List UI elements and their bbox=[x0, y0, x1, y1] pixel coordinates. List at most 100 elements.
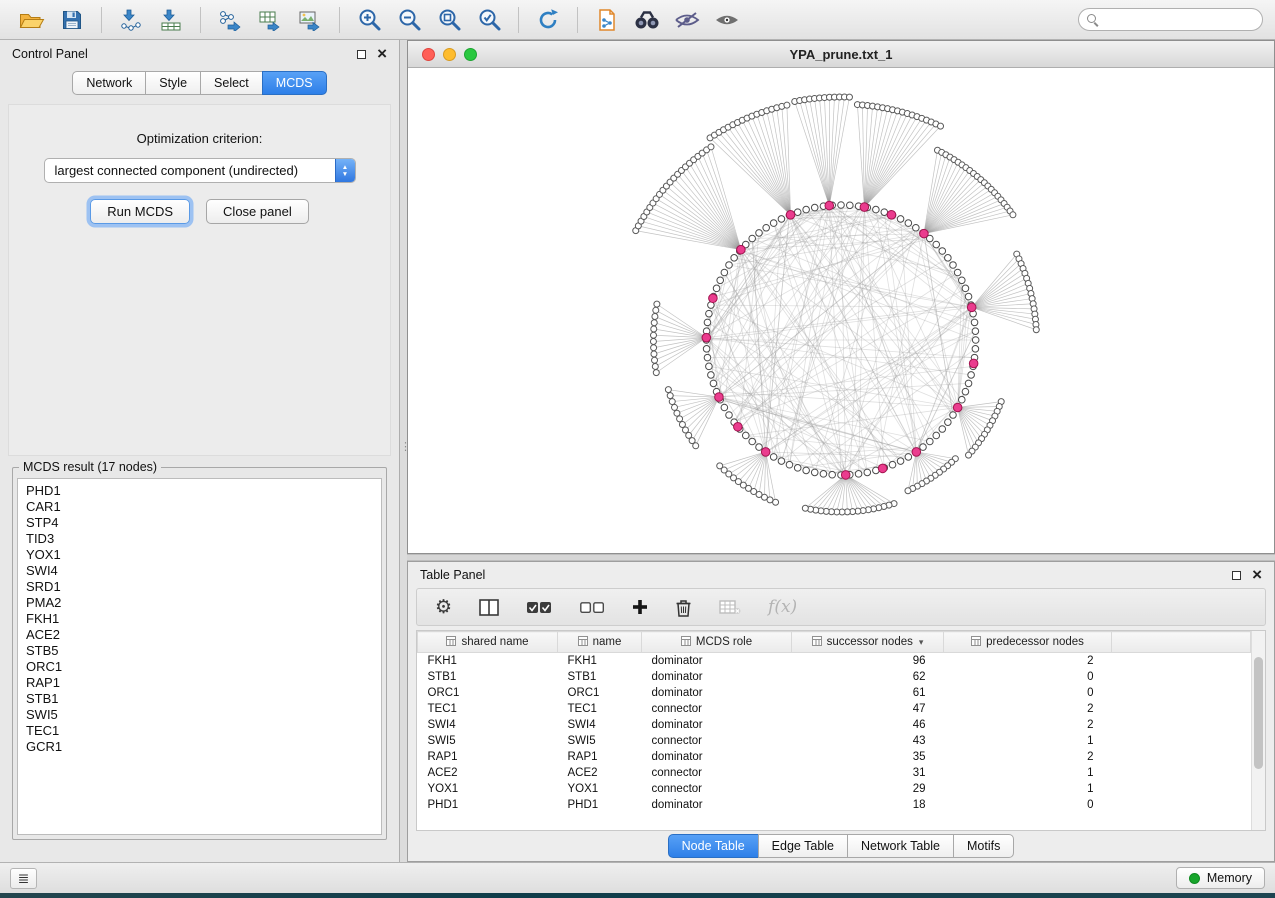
add-row-icon[interactable] bbox=[632, 599, 648, 615]
mcds-result-item[interactable]: RAP1 bbox=[26, 675, 381, 691]
select-all-icon[interactable] bbox=[526, 600, 552, 615]
export-table-icon[interactable] bbox=[255, 5, 285, 35]
table-row[interactable]: STB1STB1dominator620 bbox=[418, 669, 1251, 685]
mcds-result-item[interactable]: SRD1 bbox=[26, 579, 381, 595]
column-icon bbox=[681, 636, 696, 648]
close-table-panel-icon[interactable]: × bbox=[1252, 570, 1262, 580]
vertical-splitter[interactable]: ⋮ bbox=[400, 40, 407, 862]
column-header-predecessor-nodes[interactable]: predecessor nodes bbox=[944, 632, 1112, 653]
tab-network[interactable]: Network bbox=[72, 71, 146, 95]
panel-menu-button[interactable]: ≣ bbox=[10, 868, 37, 889]
toolbar-separator bbox=[101, 7, 102, 33]
zoom-out-icon[interactable] bbox=[394, 5, 424, 35]
mcds-result-item[interactable]: GCR1 bbox=[26, 739, 381, 755]
memory-button[interactable]: Memory bbox=[1176, 867, 1265, 889]
table-row[interactable]: PHD1PHD1dominator180 bbox=[418, 797, 1251, 813]
float-panel-icon[interactable] bbox=[357, 50, 366, 59]
export-image-icon[interactable] bbox=[295, 5, 325, 35]
run-mcds-button[interactable]: Run MCDS bbox=[90, 199, 190, 224]
table-panel-header: Table Panel × bbox=[408, 562, 1274, 588]
tab-select[interactable]: Select bbox=[200, 71, 263, 95]
mcds-result-item[interactable]: YOX1 bbox=[26, 547, 381, 563]
mcds-result-item[interactable]: PMA2 bbox=[26, 595, 381, 611]
open-file-icon[interactable] bbox=[17, 5, 47, 35]
search-input[interactable] bbox=[1078, 8, 1263, 31]
save-icon[interactable] bbox=[57, 5, 87, 35]
mcds-result-item[interactable]: TEC1 bbox=[26, 723, 381, 739]
hide-eye-icon[interactable] bbox=[672, 5, 702, 35]
column-header-MCDS-role[interactable]: MCDS role bbox=[642, 632, 792, 653]
table-row[interactable]: RAP1RAP1dominator352 bbox=[418, 749, 1251, 765]
cell-MCDS-role: dominator bbox=[642, 797, 792, 813]
mcds-tab-content: Optimization criterion: largest connecte… bbox=[8, 104, 391, 456]
cell-shared-name: ACE2 bbox=[418, 765, 558, 781]
mcds-result-item[interactable]: PHD1 bbox=[26, 483, 381, 499]
export-network-icon[interactable] bbox=[215, 5, 245, 35]
close-window-icon[interactable] bbox=[422, 48, 435, 61]
scrollbar-thumb[interactable] bbox=[1254, 657, 1263, 769]
network-canvas[interactable] bbox=[408, 68, 1274, 553]
cell-predecessor-nodes: 2 bbox=[944, 701, 1112, 717]
tab-motifs[interactable]: Motifs bbox=[953, 834, 1014, 858]
cell-shared-name: ORC1 bbox=[418, 685, 558, 701]
cell-predecessor-nodes: 0 bbox=[944, 797, 1112, 813]
cell-name: FKH1 bbox=[558, 653, 642, 669]
table-row[interactable]: SWI5SWI5connector431 bbox=[418, 733, 1251, 749]
zoom-selected-icon[interactable] bbox=[474, 5, 504, 35]
table-settings-icon[interactable]: ⚙ bbox=[435, 598, 452, 617]
cell-name: SWI5 bbox=[558, 733, 642, 749]
maximize-window-icon[interactable] bbox=[464, 48, 477, 61]
close-panel-icon[interactable]: × bbox=[377, 49, 387, 59]
column-icon bbox=[446, 636, 461, 648]
tab-network-table[interactable]: Network Table bbox=[847, 834, 954, 858]
close-panel-button[interactable]: Close panel bbox=[206, 199, 309, 224]
table-row[interactable]: ACE2ACE2connector311 bbox=[418, 765, 1251, 781]
mcds-result-item[interactable]: ACE2 bbox=[26, 627, 381, 643]
table-row[interactable]: SWI4SWI4dominator462 bbox=[418, 717, 1251, 733]
cell-MCDS-role: dominator bbox=[642, 669, 792, 685]
network-window-titlebar[interactable]: YPA_prune.txt_1 bbox=[408, 41, 1274, 68]
node-table-body: FKH1FKH1dominator962STB1STB1dominator620… bbox=[418, 653, 1251, 813]
column-header-name[interactable]: name bbox=[558, 632, 642, 653]
zoom-fit-icon[interactable] bbox=[434, 5, 464, 35]
criterion-value: largest connected component (undirected) bbox=[55, 163, 299, 178]
column-header-successor-nodes[interactable]: successor nodes▾ bbox=[792, 632, 944, 653]
deselect-all-icon[interactable] bbox=[579, 600, 605, 615]
tab-mcds[interactable]: MCDS bbox=[262, 71, 327, 95]
import-table-icon[interactable] bbox=[156, 5, 186, 35]
mcds-result-item[interactable]: CAR1 bbox=[26, 499, 381, 515]
horizontal-splitter[interactable] bbox=[407, 554, 1275, 561]
find-binoculars-icon[interactable] bbox=[632, 5, 662, 35]
table-row[interactable]: TEC1TEC1connector472 bbox=[418, 701, 1251, 717]
dropdown-stepper-icon: ▲▼ bbox=[335, 159, 355, 182]
tab-node-table[interactable]: Node Table bbox=[668, 834, 759, 858]
table-scrollbar[interactable] bbox=[1251, 631, 1265, 830]
mcds-result-item[interactable]: STB1 bbox=[26, 691, 381, 707]
table-row[interactable]: FKH1FKH1dominator962 bbox=[418, 653, 1251, 669]
show-columns-icon[interactable] bbox=[479, 599, 499, 616]
refresh-icon[interactable] bbox=[533, 5, 563, 35]
delete-row-icon[interactable] bbox=[675, 598, 692, 617]
table-row[interactable]: YOX1YOX1connector291 bbox=[418, 781, 1251, 797]
copy-share-icon[interactable] bbox=[592, 5, 622, 35]
mcds-result-item[interactable]: TID3 bbox=[26, 531, 381, 547]
minimize-window-icon[interactable] bbox=[443, 48, 456, 61]
cell-MCDS-role: dominator bbox=[642, 685, 792, 701]
import-network-icon[interactable] bbox=[116, 5, 146, 35]
column-header-shared-name[interactable]: shared name bbox=[418, 632, 558, 653]
mcds-result-item[interactable]: SWI4 bbox=[26, 563, 381, 579]
tab-style[interactable]: Style bbox=[145, 71, 201, 95]
mcds-result-item[interactable]: SWI5 bbox=[26, 707, 381, 723]
mcds-result-item[interactable]: STP4 bbox=[26, 515, 381, 531]
zoom-in-icon[interactable] bbox=[354, 5, 384, 35]
mcds-result-item[interactable]: FKH1 bbox=[26, 611, 381, 627]
cell-MCDS-role: connector bbox=[642, 765, 792, 781]
tab-edge-table[interactable]: Edge Table bbox=[758, 834, 848, 858]
show-eye-icon[interactable] bbox=[712, 5, 742, 35]
cell-successor-nodes: 43 bbox=[792, 733, 944, 749]
float-table-panel-icon[interactable] bbox=[1232, 571, 1241, 580]
criterion-dropdown[interactable]: largest connected component (undirected)… bbox=[44, 158, 356, 183]
table-row[interactable]: ORC1ORC1dominator610 bbox=[418, 685, 1251, 701]
mcds-result-item[interactable]: STB5 bbox=[26, 643, 381, 659]
mcds-result-item[interactable]: ORC1 bbox=[26, 659, 381, 675]
